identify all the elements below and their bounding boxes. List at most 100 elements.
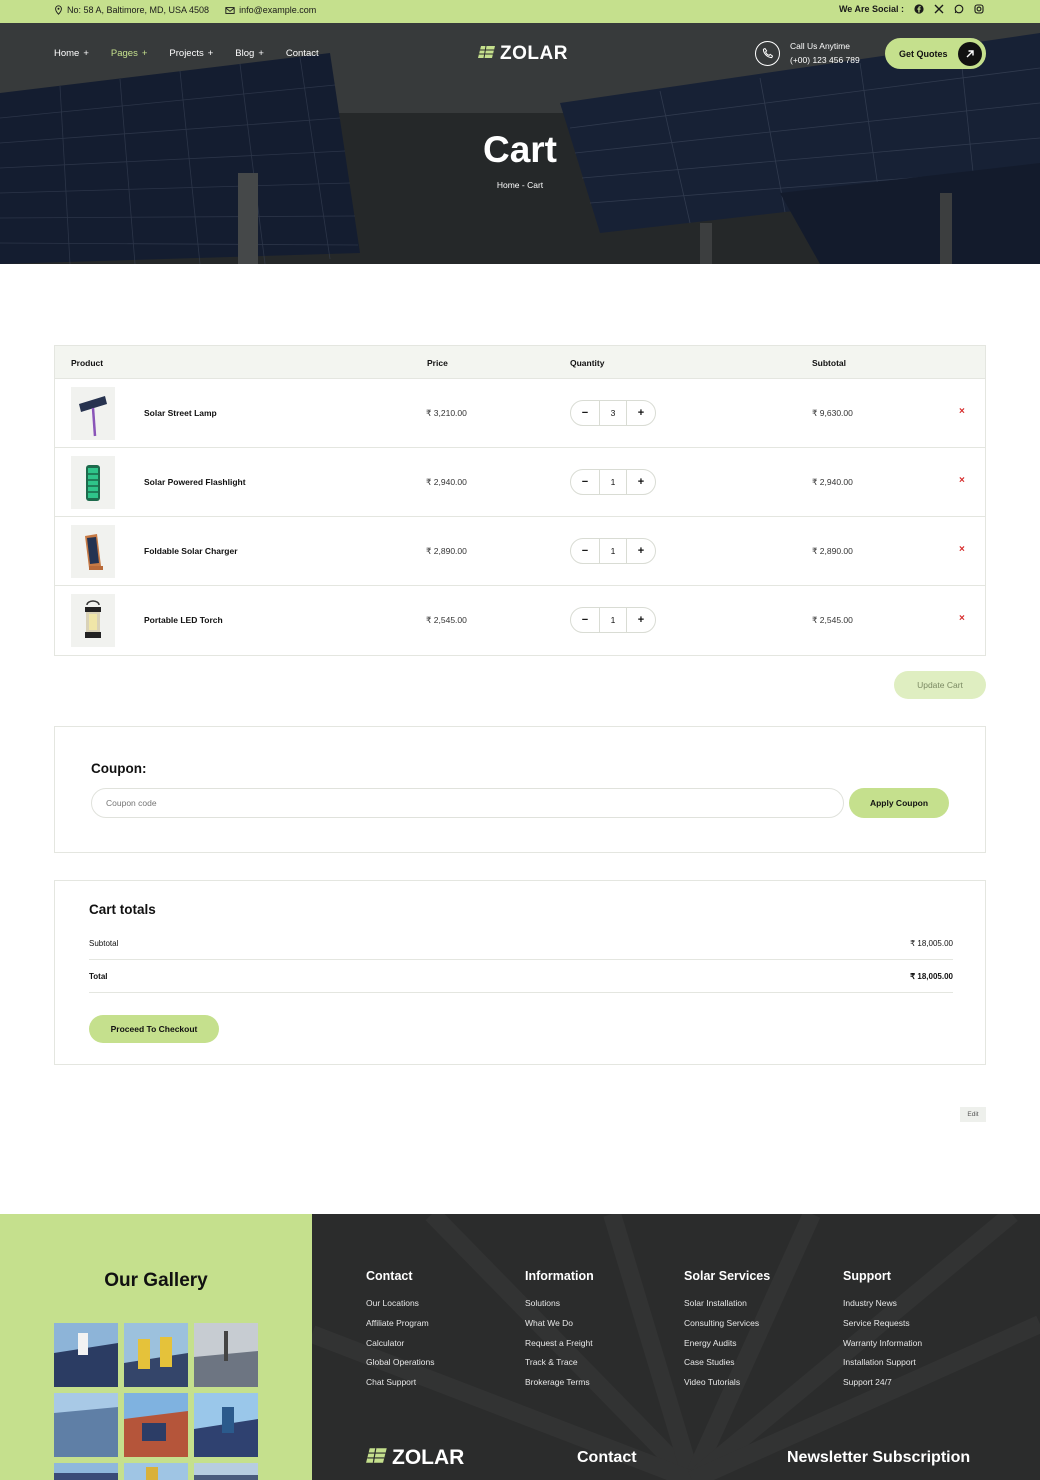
breadcrumb-separator: - <box>521 180 525 190</box>
footer-brand-name: ZOLAR <box>392 1446 465 1469</box>
email-item[interactable]: info@example.com <box>225 5 316 15</box>
quantity-value[interactable]: 1 <box>599 470 627 494</box>
solar-panel-logo-icon <box>366 1446 388 1470</box>
remove-item-icon[interactable]: × <box>959 544 965 555</box>
footer-link[interactable]: Warranty Information <box>843 1338 922 1358</box>
footer-link[interactable]: Global Operations <box>366 1357 435 1377</box>
footer-link[interactable]: Support 24/7 <box>843 1377 922 1397</box>
apply-coupon-button[interactable]: Apply Coupon <box>849 788 949 818</box>
footer-column-contact: Contact Our Locations Affiliate Program … <box>366 1269 435 1397</box>
quantity-value[interactable]: 1 <box>599 539 627 563</box>
footer-contact-heading: Contact <box>577 1449 637 1466</box>
breadcrumb-home[interactable]: Home <box>497 180 520 190</box>
gallery-image[interactable] <box>194 1463 258 1480</box>
footer-link[interactable]: What We Do <box>525 1318 594 1338</box>
gallery-image[interactable] <box>194 1393 258 1457</box>
instagram-icon[interactable] <box>974 4 984 14</box>
product-thumbnail-flashlight[interactable] <box>71 456 115 509</box>
facebook-icon[interactable] <box>914 4 924 14</box>
gallery-image[interactable] <box>124 1323 188 1387</box>
gallery-panel: Our Gallery <box>0 1214 312 1480</box>
nav-contact[interactable]: Contact <box>286 48 319 59</box>
nav-blog-label[interactable]: Blog <box>235 48 254 59</box>
gallery-image[interactable] <box>124 1463 188 1480</box>
footer-link[interactable]: Brokerage Terms <box>525 1377 594 1397</box>
nav-contact-label[interactable]: Contact <box>286 48 319 59</box>
nav-projects-label[interactable]: Projects <box>169 48 203 59</box>
header-product: Product <box>71 358 104 368</box>
footer-link[interactable]: Solar Installation <box>684 1298 770 1318</box>
gallery-image[interactable] <box>124 1393 188 1457</box>
quantity-value[interactable]: 3 <box>599 401 627 425</box>
header-price: Price <box>427 358 448 368</box>
product-thumbnail-solar-charger[interactable] <box>71 525 115 578</box>
product-name[interactable]: Solar Street Lamp <box>144 408 217 418</box>
footer-column-title: Information <box>525 1269 594 1283</box>
footer-link[interactable]: Calculator <box>366 1338 435 1358</box>
table-row: Solar Powered Flashlight ₹ 2,940.00 − 1 … <box>55 448 985 517</box>
decrease-button[interactable]: − <box>571 608 599 632</box>
nav-blog[interactable]: Blog + <box>235 48 264 59</box>
gallery-image[interactable] <box>194 1323 258 1387</box>
email-text[interactable]: info@example.com <box>239 5 316 15</box>
footer-link[interactable]: Consulting Services <box>684 1318 770 1338</box>
plus-icon: + <box>207 48 214 59</box>
table-row: Solar Street Lamp ₹ 3,210.00 − 3 + ₹ 9,6… <box>55 379 985 448</box>
footer-link[interactable]: Request a Freight <box>525 1338 594 1358</box>
social-label: We Are Social : <box>838 4 904 14</box>
product-name[interactable]: Portable LED Torch <box>144 615 223 625</box>
product-name[interactable]: Foldable Solar Charger <box>144 546 238 556</box>
get-quotes-button[interactable]: Get Quotes <box>885 38 986 69</box>
nav-pages[interactable]: Pages + <box>111 48 148 59</box>
gallery-image[interactable] <box>54 1463 118 1480</box>
gallery-image[interactable] <box>54 1393 118 1457</box>
footer-link[interactable]: Solutions <box>525 1298 594 1318</box>
product-thumbnail-street-lamp[interactable] <box>71 387 115 440</box>
site-logo[interactable]: ZOLAR <box>478 43 568 65</box>
remove-item-icon[interactable]: × <box>959 613 965 624</box>
nav-projects[interactable]: Projects + <box>169 48 213 59</box>
decrease-button[interactable]: − <box>571 401 599 425</box>
footer-link[interactable]: Energy Audits <box>684 1338 770 1358</box>
increase-button[interactable]: + <box>627 401 655 425</box>
quantity-value[interactable]: 1 <box>599 608 627 632</box>
footer-link[interactable]: Video Tutorials <box>684 1377 770 1397</box>
subtotal-row: Subtotal ₹ 18,005.00 <box>89 927 953 960</box>
product-name[interactable]: Solar Powered Flashlight <box>144 477 246 487</box>
mail-icon <box>225 6 235 15</box>
plus-icon: + <box>83 48 89 59</box>
footer-link[interactable]: Installation Support <box>843 1357 922 1377</box>
footer-link[interactable]: Track & Trace <box>525 1357 594 1377</box>
increase-button[interactable]: + <box>627 608 655 632</box>
coupon-code-input[interactable] <box>91 788 844 818</box>
increase-button[interactable]: + <box>627 470 655 494</box>
call-block[interactable]: Call Us Anytime (+00) 123 456 789 <box>755 39 860 67</box>
x-twitter-icon[interactable] <box>934 4 944 14</box>
nav-home[interactable]: Home + <box>54 48 89 59</box>
increase-button[interactable]: + <box>627 539 655 563</box>
decrease-button[interactable]: − <box>571 470 599 494</box>
footer-link[interactable]: Chat Support <box>366 1377 435 1397</box>
subtotal-label: Subtotal <box>89 939 119 948</box>
brand-name: ZOLAR <box>500 43 568 64</box>
footer-link[interactable]: Case Studies <box>684 1357 770 1377</box>
call-phone[interactable]: (+00) 123 456 789 <box>790 53 860 67</box>
gallery-image[interactable] <box>54 1323 118 1387</box>
footer-logo[interactable]: ZOLAR <box>366 1446 464 1470</box>
cart-table-header: Product Price Quantity Subtotal <box>55 346 985 379</box>
footer-link[interactable]: Industry News <box>843 1298 922 1318</box>
proceed-to-checkout-button[interactable]: Proceed To Checkout <box>89 1015 219 1043</box>
remove-item-icon[interactable]: × <box>959 475 965 486</box>
footer-link[interactable]: Service Requests <box>843 1318 922 1338</box>
nav-home-label[interactable]: Home <box>54 48 79 59</box>
footer-link[interactable]: Affiliate Program <box>366 1318 435 1338</box>
decrease-button[interactable]: − <box>571 539 599 563</box>
footer-link[interactable]: Our Locations <box>366 1298 435 1318</box>
social-links: We Are Social : <box>839 4 984 14</box>
remove-item-icon[interactable]: × <box>959 406 965 417</box>
update-cart-button[interactable]: Update Cart <box>894 671 986 699</box>
nav-pages-label[interactable]: Pages <box>111 48 138 59</box>
whatsapp-icon[interactable] <box>954 4 964 14</box>
edit-link[interactable]: Edit <box>960 1107 986 1122</box>
product-thumbnail-led-torch[interactable] <box>71 594 115 647</box>
